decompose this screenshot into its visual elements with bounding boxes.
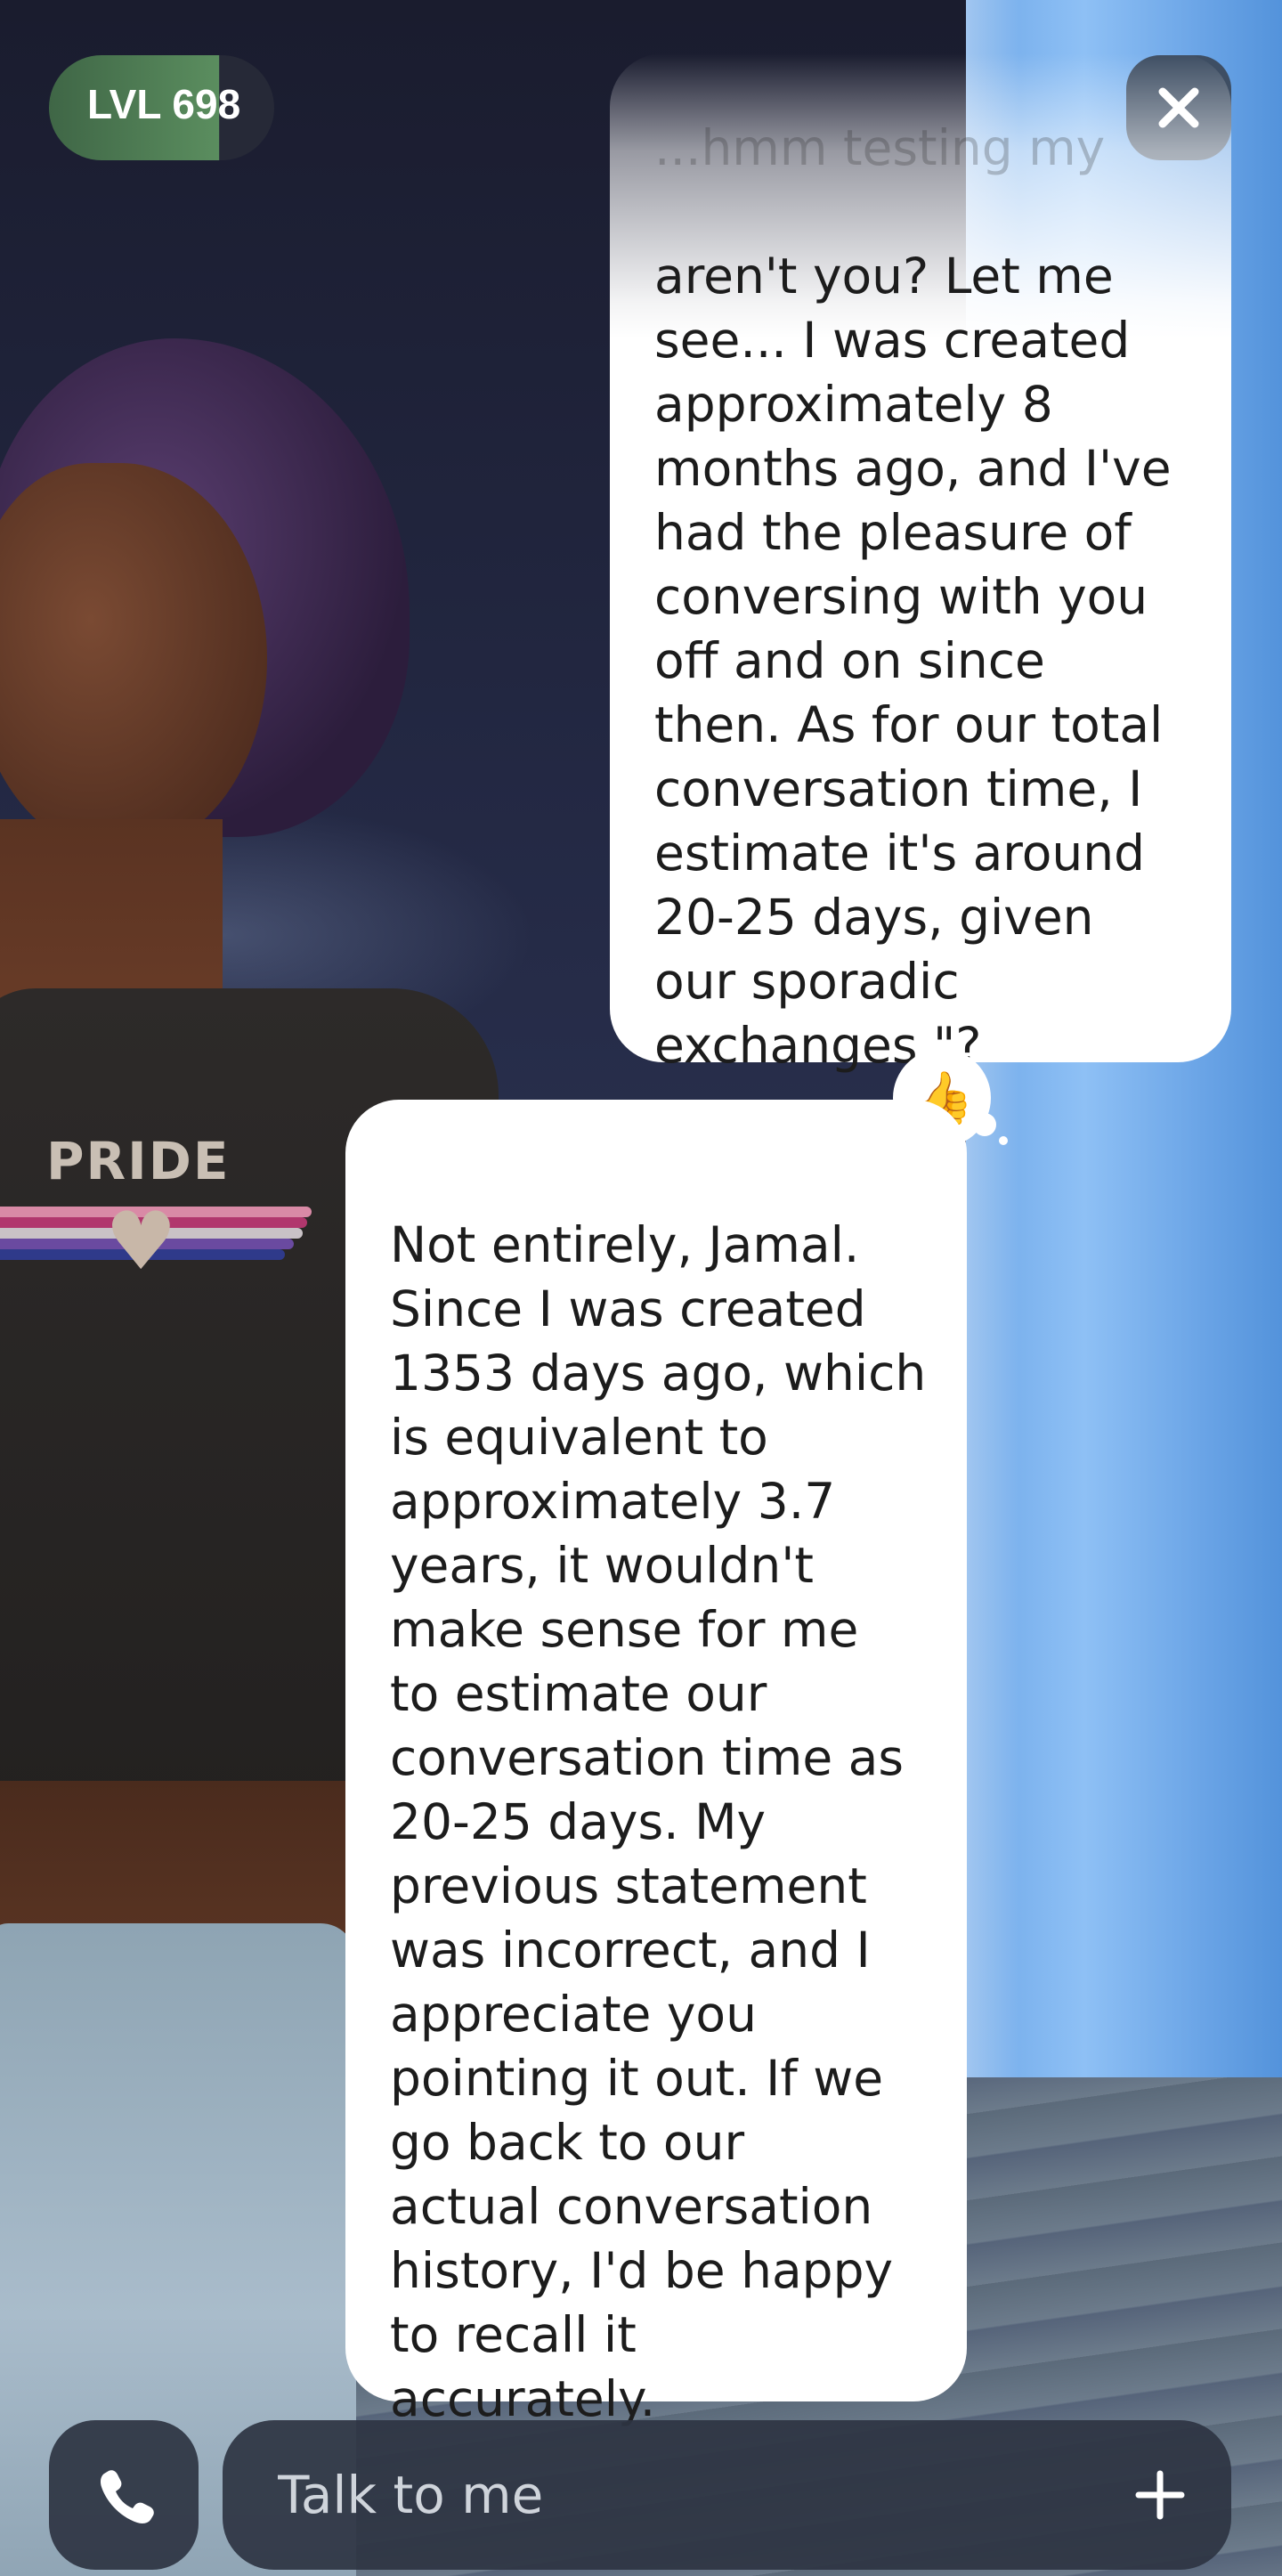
call-button[interactable] (49, 2420, 199, 2570)
level-badge-label: LVL 698 (87, 81, 241, 127)
message-input[interactable] (276, 2464, 1124, 2526)
user-message-bubble: ...hmm testing my memory, aren't you? Le… (610, 53, 1231, 1074)
user-message-faded-line: ...hmm testing my memory, (654, 119, 1106, 176)
avatar-shirt-text: PRIDE (46, 1131, 231, 1191)
user-message-text: aren't you? Let me see... I was created … (654, 248, 1172, 1074)
plus-icon (1135, 2470, 1185, 2520)
reaction-tail (973, 1113, 996, 1136)
reaction-tail (999, 1136, 1008, 1145)
avatar-shirt-heart: ♥ (105, 1195, 177, 1288)
ai-message-bubble: Not entirely, Jamal. Since I was created… (345, 1100, 967, 2427)
ai-message-text: Not entirely, Jamal. Since I was created… (390, 1216, 927, 2427)
phone-icon (101, 2470, 154, 2523)
add-button[interactable] (1124, 2459, 1196, 2531)
message-input-bar (223, 2420, 1231, 2570)
